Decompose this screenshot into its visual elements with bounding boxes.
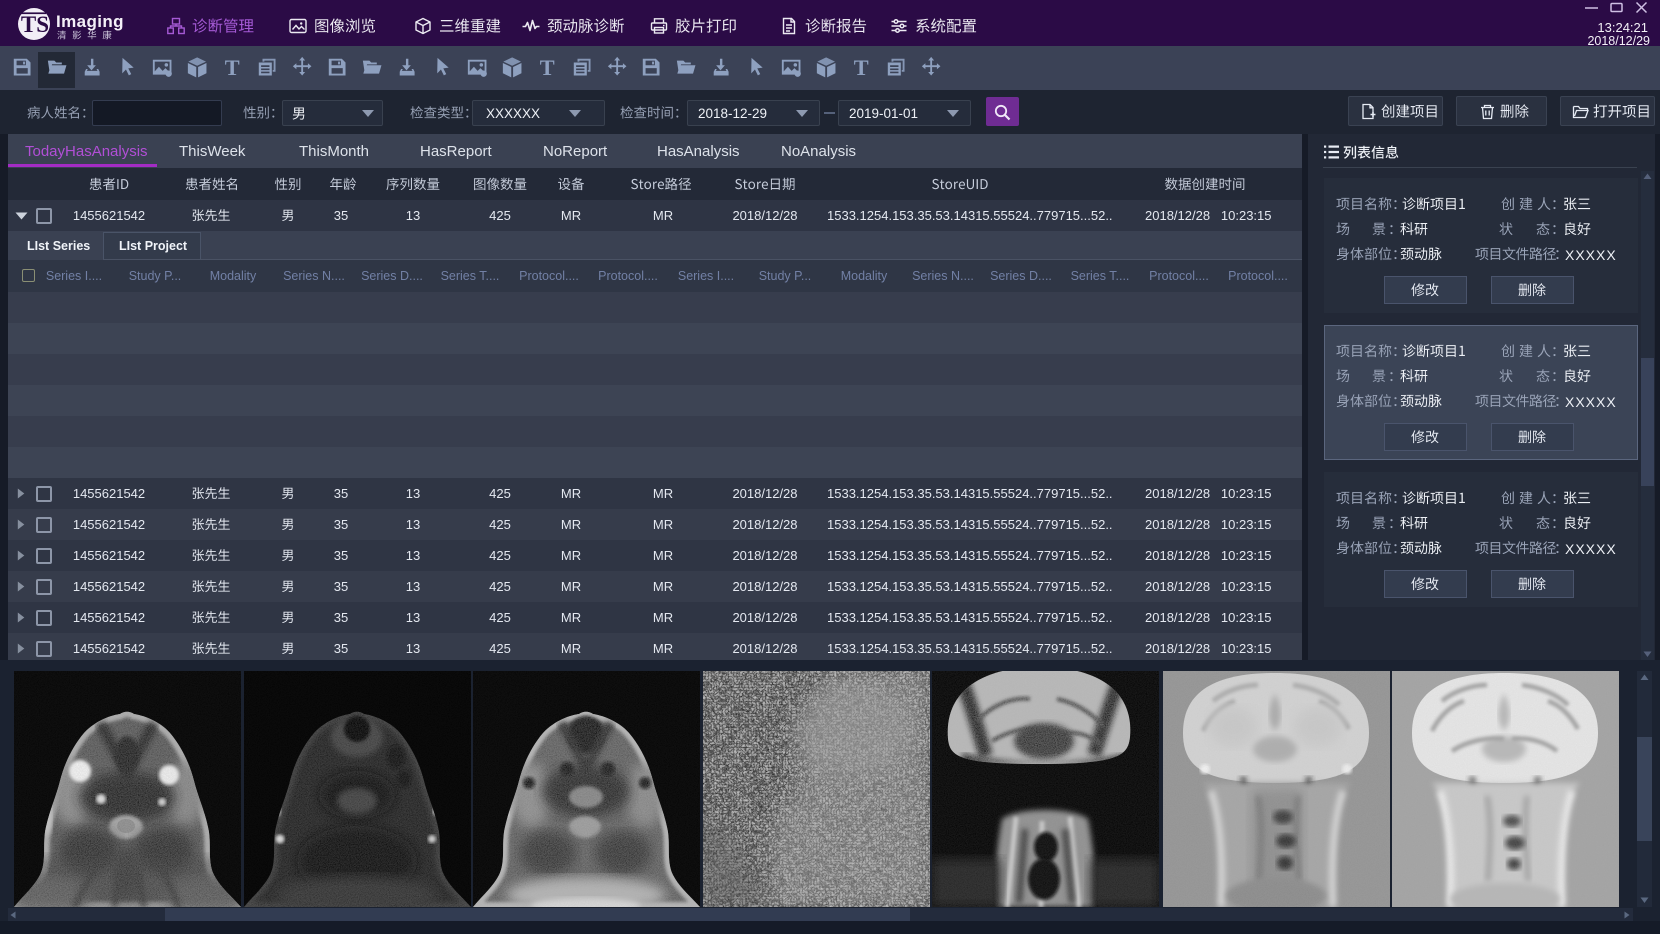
- svg-text:TS: TS: [21, 12, 49, 37]
